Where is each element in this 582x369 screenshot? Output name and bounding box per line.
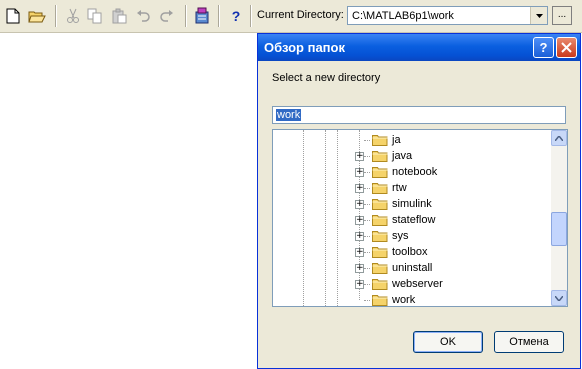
folder-icon [372, 230, 388, 242]
tree-item[interactable]: + rtw [273, 180, 551, 196]
expand-icon[interactable]: + [355, 184, 364, 193]
main-toolbar: ? Current Directory: C:\MATLAB6p1\work .… [0, 0, 582, 33]
redo-icon[interactable] [157, 6, 177, 26]
expand-icon[interactable]: + [355, 200, 364, 209]
folder-path-value: work [276, 109, 302, 121]
tree-connector [364, 284, 370, 285]
dialog-prompt: Select a new directory [272, 72, 381, 84]
expand-icon[interactable]: + [355, 216, 364, 225]
current-directory-label: Current Directory: [257, 9, 344, 21]
tree-item-label: work [392, 294, 416, 306]
tree-item-label: webserver [392, 278, 443, 290]
tree-item-label: toolbox [392, 246, 428, 258]
expand-icon[interactable]: + [355, 280, 364, 289]
new-file-icon[interactable] [3, 6, 23, 26]
folder-icon [372, 150, 388, 162]
tree-item-label: rtw [392, 182, 407, 194]
tree-item-label: ja [392, 134, 401, 146]
copy-icon[interactable] [85, 6, 105, 26]
close-button[interactable] [556, 37, 577, 58]
tree-item[interactable]: + sys [273, 228, 551, 244]
toolbar-separator [185, 5, 187, 27]
folder-path-input[interactable]: work [272, 106, 566, 124]
tree-connector [364, 172, 370, 173]
folder-icon [372, 134, 388, 146]
chevron-down-icon [555, 295, 563, 301]
tree-connector [364, 156, 370, 157]
tree-item[interactable]: + notebook [273, 164, 551, 180]
tree-item-label: java [392, 150, 413, 162]
cut-icon[interactable] [63, 6, 83, 26]
tree-item-label: uninstall [392, 262, 433, 274]
undo-icon[interactable] [133, 6, 153, 26]
expand-icon[interactable]: + [355, 152, 364, 161]
close-icon [561, 42, 572, 53]
help-title-button[interactable]: ? [533, 37, 554, 58]
tree-item-label: sys [392, 230, 409, 242]
tree-connector [364, 268, 370, 269]
tree-scrollbar[interactable] [551, 130, 567, 306]
tree-item[interactable]: + stateflow [273, 212, 551, 228]
expand-icon[interactable]: + [355, 232, 364, 241]
expand-icon[interactable]: + [355, 248, 364, 257]
tree-connector [364, 236, 370, 237]
tree-connector [364, 188, 370, 189]
tree-item[interactable]: work [273, 292, 551, 306]
folder-icon [372, 214, 388, 226]
expand-icon[interactable]: + [355, 264, 364, 273]
browse-directory-button[interactable]: ... [552, 6, 572, 25]
folder-tree[interactable]: ja + java + notebook + rtw + simulink + stateflow +… [272, 129, 568, 307]
dialog-title: Обзор папок [264, 40, 345, 55]
tree-item[interactable]: ja [273, 132, 551, 148]
toolbar-separator [218, 5, 220, 27]
tree-item[interactable]: + toolbox [273, 244, 551, 260]
tree-connector [364, 140, 370, 141]
open-folder-icon[interactable] [27, 6, 47, 26]
help-icon[interactable]: ? [226, 6, 246, 26]
tree-connector [364, 220, 370, 221]
tree-connector [364, 204, 370, 205]
folder-icon [372, 198, 388, 210]
folder-icon [372, 262, 388, 274]
tree-item-label: notebook [392, 166, 438, 178]
folder-icon [372, 166, 388, 178]
browse-folder-dialog: Обзор папок ? Select a new directory wor… [257, 33, 581, 369]
chevron-down-icon[interactable] [530, 7, 547, 24]
ok-button[interactable]: OK [413, 331, 483, 353]
tree-item[interactable]: + uninstall [273, 260, 551, 276]
tree-connector [364, 252, 370, 253]
tree-item[interactable]: + simulink [273, 196, 551, 212]
folder-icon [372, 278, 388, 290]
tree-item-label: stateflow [392, 214, 436, 226]
scroll-up-button[interactable] [551, 130, 567, 146]
folder-icon [372, 294, 388, 306]
tree-item[interactable]: + java [273, 148, 551, 164]
tree-item-label: simulink [392, 198, 432, 210]
toolbar-separator [55, 5, 57, 27]
tree-connector [364, 300, 370, 301]
scroll-down-button[interactable] [551, 290, 567, 306]
folder-icon [372, 182, 388, 194]
current-directory-value: C:\MATLAB6p1\work [352, 10, 454, 22]
folder-icon [372, 246, 388, 258]
paste-icon[interactable] [109, 6, 129, 26]
expand-icon[interactable]: + [355, 168, 364, 177]
cancel-button[interactable]: Отмена [494, 331, 564, 353]
simulink-icon[interactable] [192, 6, 212, 26]
tree-item[interactable]: + webserver [273, 276, 551, 292]
help-icon: ? [539, 40, 548, 55]
chevron-up-icon [555, 135, 563, 141]
toolbar-separator [250, 5, 252, 27]
current-directory-combo[interactable]: C:\MATLAB6p1\work [347, 6, 548, 25]
dialog-titlebar[interactable]: Обзор папок ? [258, 34, 580, 61]
scroll-thumb[interactable] [551, 212, 567, 246]
